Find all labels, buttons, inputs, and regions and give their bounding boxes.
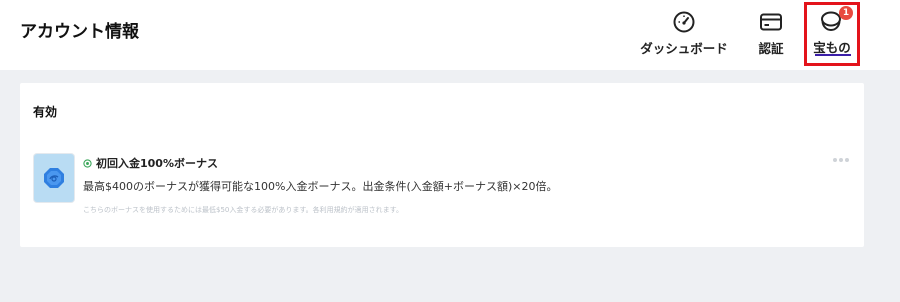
bonus-terms-note: こちらのボーナスを使用するためには最低$50入金する必要があります。各利用規約が… [83,206,403,214]
page-title: アカウント情報 [20,22,139,42]
active-circle-icon [83,158,92,168]
bonus-description: 最高$400のボーナスが獲得可能な100%入金ボーナス。出金条件(入金額+ボーナ… [83,180,558,193]
bonus-coin-icon [44,168,64,188]
bonus-card: 有効 初回入金100%ボーナス 最高$400のボーナスが獲得可能な100%入金ボ… [20,83,864,247]
section-title-active: 有効 [33,105,58,119]
bonus-title-row: 初回入金100%ボーナス [83,155,218,171]
nav-treasure[interactable]: 1 宝もの [804,2,860,66]
bonus-title: 初回入金100%ボーナス [96,157,218,170]
nav-dashboard-label: ダッシュボード [640,41,728,56]
notification-badge: 1 [839,6,853,20]
active-tab-indicator [815,54,851,56]
nav-verification-label: 認証 [758,41,784,56]
bonus-thumbnail [34,154,74,202]
header: アカウント情報 ダッシュボード 認証 1 宝もの [0,0,900,70]
treasure-icon: 1 [820,6,853,34]
nav-verification[interactable]: 認証 [752,8,790,64]
speedometer-icon [672,10,696,34]
more-dots-icon[interactable] [833,157,849,163]
credit-card-icon [759,10,783,34]
nav-dashboard[interactable]: ダッシュボード [640,8,728,64]
